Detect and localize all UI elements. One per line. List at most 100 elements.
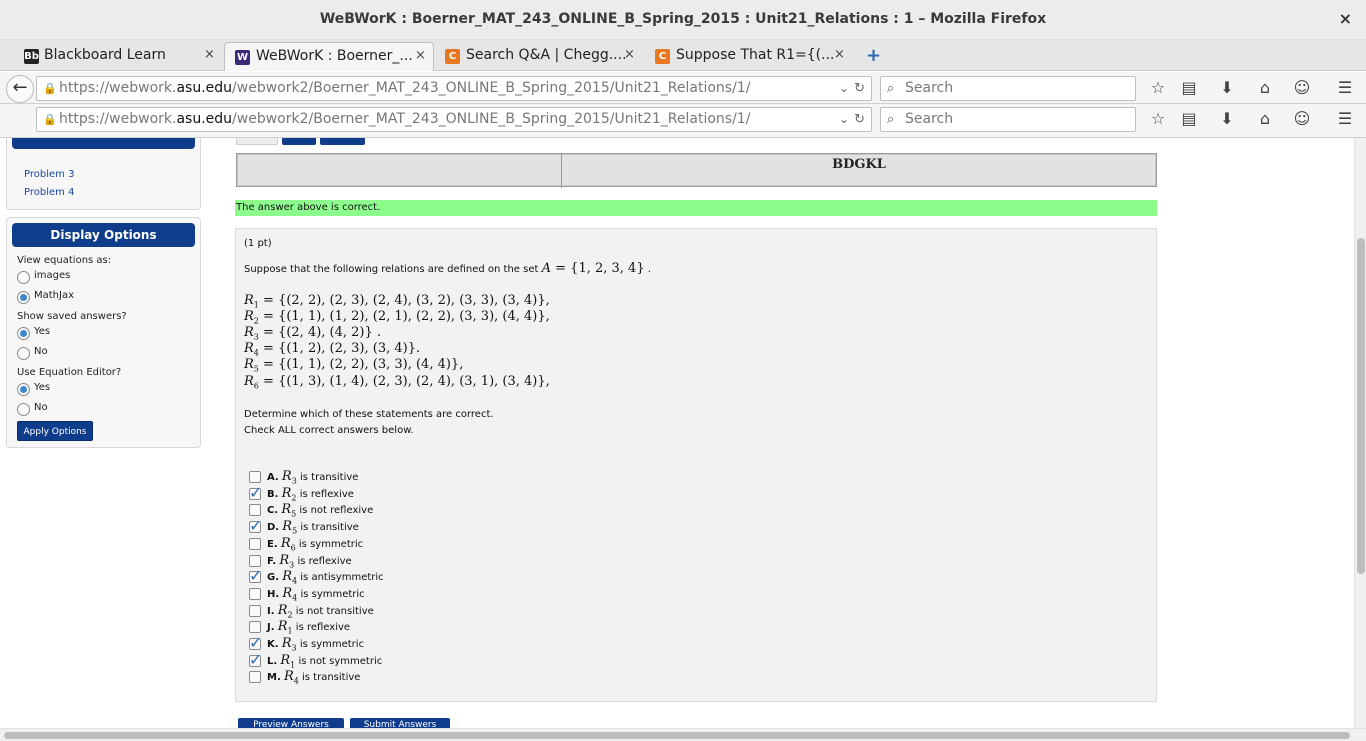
url-bar[interactable]: 🔒 https://webwork.asu.edu/webwork2/Boern… bbox=[36, 107, 872, 132]
bookmark-star-icon[interactable]: ☆ bbox=[1147, 78, 1169, 100]
view-mathjax-radio[interactable] bbox=[17, 291, 30, 304]
blackboard-favicon-icon: Bb bbox=[24, 49, 39, 64]
apply-options-button[interactable]: Apply Options bbox=[17, 421, 93, 441]
bookmark-star-icon[interactable]: ☆ bbox=[1147, 109, 1169, 131]
preview-answers-button[interactable]: Preview Answers bbox=[238, 718, 344, 728]
tab-blackboard[interactable]: Bb Blackboard Learn × bbox=[0, 42, 224, 71]
relation-r1: R1 = {(2, 2), (2, 3), (2, 4), (3, 2), (3… bbox=[244, 293, 550, 310]
saved-answers-no-radio[interactable] bbox=[17, 347, 30, 360]
view-images-label: images bbox=[34, 270, 71, 281]
problems-panel: Problem 3 Problem 4 bbox=[6, 138, 201, 210]
tab-strip: Bb Blackboard Learn × W WeBWorK : Boerne… bbox=[0, 40, 1366, 71]
menu-icon[interactable]: ☰ bbox=[1334, 78, 1356, 100]
chat-icon[interactable]: ☺ bbox=[1291, 78, 1313, 100]
answer-option-label: I. R2 is not transitive bbox=[267, 603, 374, 620]
answer-checkbox[interactable] bbox=[249, 605, 261, 617]
intro-text: Suppose that the following relations are… bbox=[244, 264, 539, 275]
back-arrow-icon[interactable]: ← bbox=[6, 75, 34, 103]
problems-panel-header bbox=[12, 138, 195, 149]
search-placeholder: Search bbox=[905, 80, 954, 96]
problem-3-link[interactable]: Problem 3 bbox=[24, 169, 74, 180]
check-all-text: Check ALL correct answers below. bbox=[244, 425, 414, 436]
chat-icon[interactable]: ☺ bbox=[1291, 109, 1313, 131]
tab-webwork[interactable]: W WeBWorK : Boerner_... × bbox=[224, 42, 434, 71]
answer-option-label: C. R5 is not reflexive bbox=[267, 502, 374, 519]
relation-r5: R5 = {(1, 1), (2, 2), (3, 3), (4, 4)}, bbox=[244, 357, 464, 374]
download-icon[interactable]: ⬇ bbox=[1216, 109, 1238, 131]
window-titlebar: WeBWorK : Boerner_MAT_243_ONLINE_B_Sprin… bbox=[0, 0, 1366, 40]
answer-option-label: E. R6 is symmetric bbox=[267, 536, 364, 553]
partial-button[interactable] bbox=[320, 138, 365, 145]
answer-checkbox[interactable] bbox=[249, 633, 262, 652]
url-dropdown-icon[interactable]: ⌄ bbox=[839, 108, 849, 131]
url-dropdown-icon[interactable]: ⌄ bbox=[839, 77, 849, 100]
answer-checkbox[interactable] bbox=[249, 538, 261, 550]
answer-option-label: M. R4 is transitive bbox=[267, 669, 361, 686]
equation-editor-yes-radio[interactable] bbox=[17, 383, 30, 396]
tab-close-icon[interactable]: × bbox=[415, 48, 426, 63]
display-options-title: Display Options bbox=[12, 223, 195, 247]
search-input[interactable]: ⌕ Search bbox=[880, 76, 1136, 101]
view-images-radio[interactable] bbox=[17, 271, 30, 284]
partial-button[interactable] bbox=[282, 138, 316, 145]
reading-list-icon[interactable]: ▤ bbox=[1178, 109, 1200, 131]
answer-checkbox[interactable] bbox=[249, 516, 262, 535]
url-domain: asu.edu bbox=[176, 80, 233, 96]
window-close-icon[interactable]: × bbox=[1339, 9, 1352, 28]
search-icon: ⌕ bbox=[887, 112, 895, 127]
window-title: WeBWorK : Boerner_MAT_243_ONLINE_B_Sprin… bbox=[319, 11, 1047, 27]
url-suffix: /webwork2/Boerner_MAT_243_ONLINE_B_Sprin… bbox=[232, 80, 751, 96]
tab-close-icon[interactable]: × bbox=[624, 47, 635, 62]
horizontal-scrollbar[interactable] bbox=[0, 728, 1366, 741]
tab-chegg-search[interactable]: C Search Q&A | Chegg.... × bbox=[434, 42, 644, 71]
partial-button[interactable] bbox=[236, 138, 278, 145]
saved-answers-yes-radio[interactable] bbox=[17, 327, 30, 340]
answer-checkbox[interactable] bbox=[249, 588, 261, 600]
home-icon[interactable]: ⌂ bbox=[1254, 109, 1276, 131]
equation-editor-no-label: No bbox=[34, 402, 48, 413]
equation-editor-no-radio[interactable] bbox=[17, 403, 30, 416]
tab-label: Blackboard Learn bbox=[44, 47, 166, 63]
reading-list-icon[interactable]: ▤ bbox=[1178, 78, 1200, 100]
home-icon[interactable]: ⌂ bbox=[1254, 78, 1276, 100]
url-bar[interactable]: 🔒 https://webwork.asu.edu/webwork2/Boern… bbox=[36, 76, 872, 101]
lock-icon: 🔒 bbox=[43, 113, 57, 126]
view-equations-label: View equations as: bbox=[17, 255, 112, 266]
answer-option-label: J. R1 is reflexive bbox=[267, 619, 351, 636]
vertical-scrollbar-thumb[interactable] bbox=[1357, 238, 1365, 574]
tab-label: Suppose That R1={(... bbox=[676, 47, 835, 63]
problem-4-link[interactable]: Problem 4 bbox=[24, 187, 74, 198]
reload-icon[interactable]: ↻ bbox=[854, 108, 865, 131]
entered-answer-value: BDGKL bbox=[832, 157, 886, 172]
answer-checkbox[interactable] bbox=[249, 566, 262, 585]
new-tab-icon[interactable]: + bbox=[866, 45, 881, 66]
answer-option-label: F. R3 is reflexive bbox=[267, 553, 352, 570]
navigation-toolbar-duplicate: 🔒 https://webwork.asu.edu/webwork2/Boern… bbox=[0, 104, 1366, 138]
answer-checkbox[interactable] bbox=[249, 483, 262, 502]
determine-text: Determine which of these statements are … bbox=[244, 409, 494, 420]
problem-intro: Suppose that the following relations are… bbox=[244, 261, 651, 276]
answer-checkbox[interactable] bbox=[249, 471, 261, 483]
submit-answers-button[interactable]: Submit Answers bbox=[350, 718, 450, 728]
tab-chegg-question[interactable]: C Suppose That R1={(... × bbox=[644, 42, 854, 71]
horizontal-scrollbar-thumb[interactable] bbox=[4, 732, 1350, 739]
answer-checkbox[interactable] bbox=[249, 504, 261, 516]
url-suffix: /webwork2/Boerner_MAT_243_ONLINE_B_Sprin… bbox=[232, 111, 751, 127]
vertical-scrollbar[interactable] bbox=[1354, 138, 1366, 728]
chegg-favicon-icon: C bbox=[655, 49, 670, 64]
search-placeholder: Search bbox=[905, 111, 954, 127]
answer-option-label: K. R3 is symmetric bbox=[267, 636, 365, 653]
reload-icon[interactable]: ↻ bbox=[854, 77, 865, 100]
tab-close-icon[interactable]: × bbox=[834, 47, 845, 62]
search-input[interactable]: ⌕ Search bbox=[880, 107, 1136, 132]
answer-checkbox[interactable] bbox=[249, 621, 261, 633]
menu-icon[interactable]: ☰ bbox=[1334, 109, 1356, 131]
tab-close-icon[interactable]: × bbox=[204, 47, 215, 62]
equation-editor-label: Use Equation Editor? bbox=[17, 367, 122, 378]
answer-checkbox[interactable] bbox=[249, 650, 262, 669]
answer-option-label: H. R4 is symmetric bbox=[267, 586, 365, 603]
download-icon[interactable]: ⬇ bbox=[1216, 78, 1238, 100]
search-icon: ⌕ bbox=[887, 81, 895, 96]
answer-checkbox[interactable] bbox=[249, 671, 261, 683]
relation-r2: R2 = {(1, 1), (1, 2), (2, 1), (2, 2), (3… bbox=[244, 309, 550, 326]
